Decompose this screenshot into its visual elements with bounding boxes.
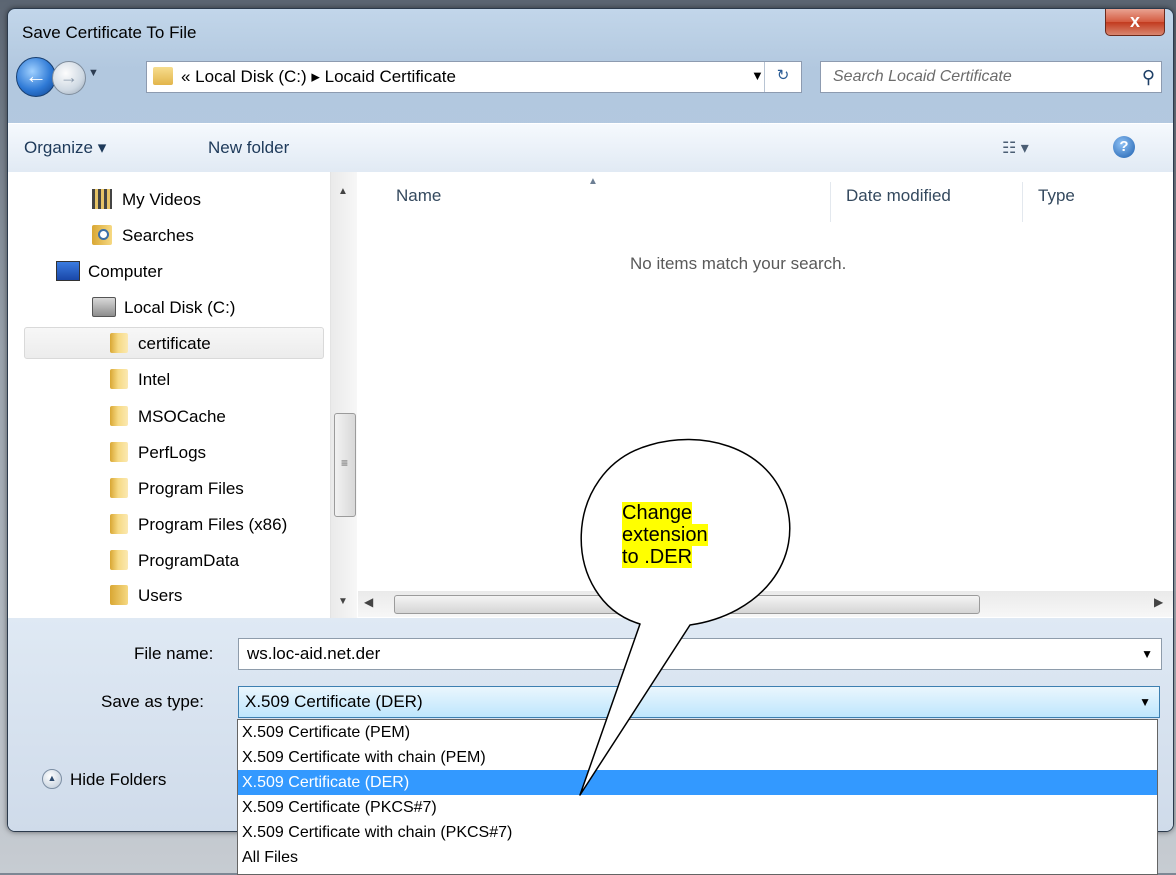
- tree-item-label: Users: [138, 586, 183, 605]
- folder-icon: [110, 441, 128, 462]
- type-option-pkcs7[interactable]: X.509 Certificate (PKCS#7): [238, 795, 1157, 820]
- save-type-value[interactable]: X.509 Certificate (DER): [245, 692, 423, 712]
- computer-icon: [56, 260, 80, 281]
- back-button[interactable]: ←: [16, 57, 56, 97]
- type-option-pem[interactable]: X.509 Certificate (PEM): [238, 720, 1157, 745]
- tree-item-label: Searches: [122, 226, 194, 245]
- folder-icon: [110, 513, 128, 534]
- refresh-icon[interactable]: ↻: [764, 62, 801, 92]
- callout-line: to .DER: [622, 546, 693, 568]
- tree-item-computer[interactable]: Computer: [56, 256, 163, 288]
- navigation-scrollbar[interactable]: ▲ ≡ ▼: [330, 172, 357, 618]
- search-icon[interactable]: ⚲: [1142, 67, 1155, 88]
- scroll-right-icon[interactable]: ▶: [1154, 595, 1163, 609]
- search-box[interactable]: Search Locaid Certificate ⚲: [820, 61, 1162, 93]
- navigation-bar: ← → ▼ « Local Disk (C:) ▸ Locaid Certifi…: [8, 57, 1173, 101]
- column-divider[interactable]: [1022, 182, 1023, 222]
- address-bar[interactable]: « Local Disk (C:) ▸ Locaid Certificate ▼…: [146, 61, 802, 93]
- collapse-icon: ▲: [42, 768, 62, 789]
- tree-item-label: certificate: [138, 334, 211, 353]
- tree-item-intel[interactable]: Intel: [110, 364, 170, 396]
- scroll-down-icon[interactable]: ▼: [338, 596, 348, 607]
- video-folder-icon: [92, 188, 112, 209]
- tree-item-certificate[interactable]: certificate: [24, 327, 324, 359]
- folder-icon: [110, 368, 128, 389]
- file-name-dropdown-icon[interactable]: ▼: [1141, 647, 1153, 661]
- searches-folder-icon: [92, 224, 112, 245]
- tree-item-users[interactable]: Users: [110, 580, 182, 612]
- scroll-left-icon[interactable]: ◀: [364, 595, 373, 609]
- address-dropdown-icon[interactable]: ▼: [751, 68, 764, 83]
- tree-item-label: ProgramData: [138, 551, 240, 570]
- scroll-thumb[interactable]: ≡: [334, 413, 356, 517]
- tree-item-program-files-x86[interactable]: Program Files (x86): [110, 509, 287, 541]
- column-header-name[interactable]: Name: [396, 186, 441, 206]
- recent-pages-dropdown-icon[interactable]: ▼: [88, 67, 99, 79]
- folder-icon: [110, 405, 128, 426]
- search-input[interactable]: Search Locaid Certificate: [833, 68, 1012, 86]
- column-header-type[interactable]: Type: [1038, 186, 1075, 206]
- save-type-select[interactable]: X.509 Certificate (DER) ▼: [238, 686, 1160, 718]
- type-option-pkcs7-chain[interactable]: X.509 Certificate with chain (PKCS#7): [238, 820, 1157, 845]
- tree-item-label: My Videos: [122, 190, 202, 209]
- tree-item-local-disk[interactable]: Local Disk (C:): [92, 292, 235, 324]
- file-name-field[interactable]: ws.loc-aid.net.der ▼: [238, 638, 1162, 670]
- tree-item-my-videos[interactable]: My Videos: [92, 184, 201, 216]
- callout-line: Change: [622, 502, 693, 524]
- organize-button[interactable]: Organize ▾: [24, 138, 106, 158]
- sort-ascending-icon: ▲: [588, 176, 598, 187]
- save-type-options-list[interactable]: X.509 Certificate (PEM) X.509 Certificat…: [237, 719, 1158, 875]
- tree-item-label: Local Disk (C:): [124, 298, 236, 317]
- folder-icon: [153, 67, 173, 85]
- folder-icon: [110, 477, 128, 498]
- column-header-date-modified[interactable]: Date modified: [846, 186, 951, 206]
- horizontal-scroll-thumb[interactable]: [394, 595, 980, 614]
- hide-folders-button[interactable]: ▲ Hide Folders: [42, 768, 167, 791]
- navigation-pane: My Videos Searches Computer Local Disk (…: [8, 172, 328, 618]
- tree-item-program-files[interactable]: Program Files: [110, 473, 244, 505]
- column-divider[interactable]: [830, 182, 831, 222]
- callout-text: Change extension to .DER: [622, 502, 742, 568]
- save-type-label: Save as type:: [101, 692, 205, 711]
- close-button[interactable]: x: [1105, 9, 1165, 36]
- folder-icon: [110, 332, 128, 353]
- folder-icon: [110, 549, 128, 570]
- new-folder-button[interactable]: New folder: [208, 138, 289, 158]
- browser-content: My Videos Searches Computer Local Disk (…: [8, 172, 1173, 618]
- tree-item-label: PerfLogs: [138, 443, 207, 462]
- save-dialog: Save Certificate To File x ← → ▼ « Local…: [7, 8, 1174, 832]
- address-path[interactable]: « Local Disk (C:) ▸ Locaid Certificate: [181, 67, 456, 87]
- tree-item-perflogs[interactable]: PerfLogs: [110, 437, 206, 469]
- help-icon[interactable]: ?: [1113, 136, 1135, 158]
- file-list: ▲ Name Date modified Type No items match…: [358, 172, 1173, 618]
- tree-item-searches[interactable]: Searches: [92, 220, 194, 252]
- tree-item-programdata[interactable]: ProgramData: [110, 545, 239, 577]
- tree-item-label: Program Files (x86): [138, 515, 288, 534]
- view-options-icon[interactable]: ☷ ▾: [1002, 138, 1029, 158]
- scroll-up-icon[interactable]: ▲: [338, 186, 348, 197]
- tree-item-label: Computer: [88, 262, 163, 281]
- command-toolbar: Organize ▾ New folder ☷ ▾ ?: [8, 123, 1173, 173]
- title-bar: Save Certificate To File x: [8, 9, 1173, 49]
- save-type-dropdown-icon[interactable]: ▼: [1139, 695, 1151, 709]
- disk-icon: [92, 296, 116, 317]
- folder-icon: [110, 584, 128, 605]
- file-name-label: File name:: [134, 644, 214, 663]
- tree-item-msocache[interactable]: MSOCache: [110, 401, 226, 433]
- dialog-title: Save Certificate To File: [22, 23, 197, 42]
- file-name-value[interactable]: ws.loc-aid.net.der: [247, 644, 380, 664]
- tree-item-label: MSOCache: [138, 407, 226, 426]
- tree-item-label: Program Files: [138, 479, 244, 498]
- type-option-der[interactable]: X.509 Certificate (DER): [238, 770, 1157, 795]
- callout-line: extension: [622, 524, 708, 546]
- empty-folder-message: No items match your search.: [630, 254, 847, 273]
- tree-item-label: Intel: [138, 370, 171, 389]
- forward-button[interactable]: →: [52, 61, 86, 95]
- type-option-pem-chain[interactable]: X.509 Certificate with chain (PEM): [238, 745, 1157, 770]
- grip-icon: ≡: [341, 456, 349, 470]
- type-option-all-files[interactable]: All Files: [238, 845, 1157, 870]
- hide-folders-label: Hide Folders: [70, 770, 167, 789]
- file-list-horizontal-scrollbar[interactable]: ◀ ▶: [358, 591, 1173, 617]
